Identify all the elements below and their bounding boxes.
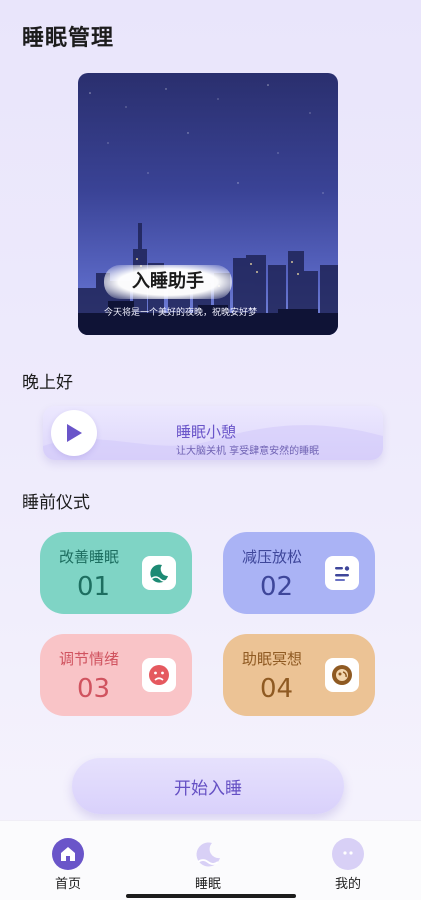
greeting-text: 晚上好 — [22, 373, 73, 393]
moon-icon — [142, 556, 176, 590]
ritual-label: 调节情绪 — [59, 650, 120, 668]
ritual-label: 助眠冥想 — [242, 650, 303, 668]
tab-mine[interactable]: 我的 — [303, 821, 393, 892]
tab-label: 我的 — [334, 877, 361, 892]
ritual-card-improve-sleep[interactable]: 改善睡眠 01 — [40, 532, 192, 614]
ritual-number: 01 — [77, 572, 111, 602]
tab-sleep[interactable]: 睡眠 — [163, 821, 253, 892]
home-indicator — [126, 894, 296, 898]
bottom-tab-bar: 首页 睡眠 我的 — [0, 820, 421, 900]
nap-title: 睡眠小憩 — [176, 423, 237, 441]
ritual-number: 04 — [260, 674, 294, 704]
tab-label: 睡眠 — [194, 877, 221, 892]
ritual-card-relax[interactable]: 减压放松 02 — [223, 532, 375, 614]
profile-face-icon — [332, 838, 364, 870]
nap-subtitle: 让大脑关机 享受肆意安然的睡眠 — [176, 446, 320, 457]
play-icon — [67, 424, 82, 442]
banner-title: 入睡助手 — [104, 265, 232, 299]
sleep-assistant-banner[interactable]: 入睡助手 今天将是一个美好的夜晚，祝晚安好梦 — [78, 73, 338, 335]
ritual-label: 改善睡眠 — [59, 548, 120, 566]
ritual-label: 减压放松 — [242, 548, 303, 566]
ritual-card-meditation[interactable]: 助眠冥想 04 — [223, 634, 375, 716]
tab-label: 首页 — [54, 877, 81, 892]
start-sleep-button[interactable]: 开始入睡 — [72, 758, 344, 814]
ritual-number: 02 — [260, 572, 294, 602]
sleep-moon-icon — [192, 838, 224, 870]
ritual-number: 03 — [77, 674, 111, 704]
sad-face-icon — [142, 658, 176, 692]
tab-home[interactable]: 首页 — [23, 821, 113, 892]
banner-subtitle: 今天将是一个美好的夜晚，祝晚安好梦 — [104, 308, 258, 318]
home-icon — [52, 838, 84, 870]
relax-face-icon — [325, 556, 359, 590]
page-title: 睡眠管理 — [22, 26, 115, 51]
meditation-icon — [325, 658, 359, 692]
play-button[interactable] — [51, 410, 97, 456]
rituals-title: 睡前仪式 — [22, 493, 90, 513]
ritual-card-mood[interactable]: 调节情绪 03 — [40, 634, 192, 716]
